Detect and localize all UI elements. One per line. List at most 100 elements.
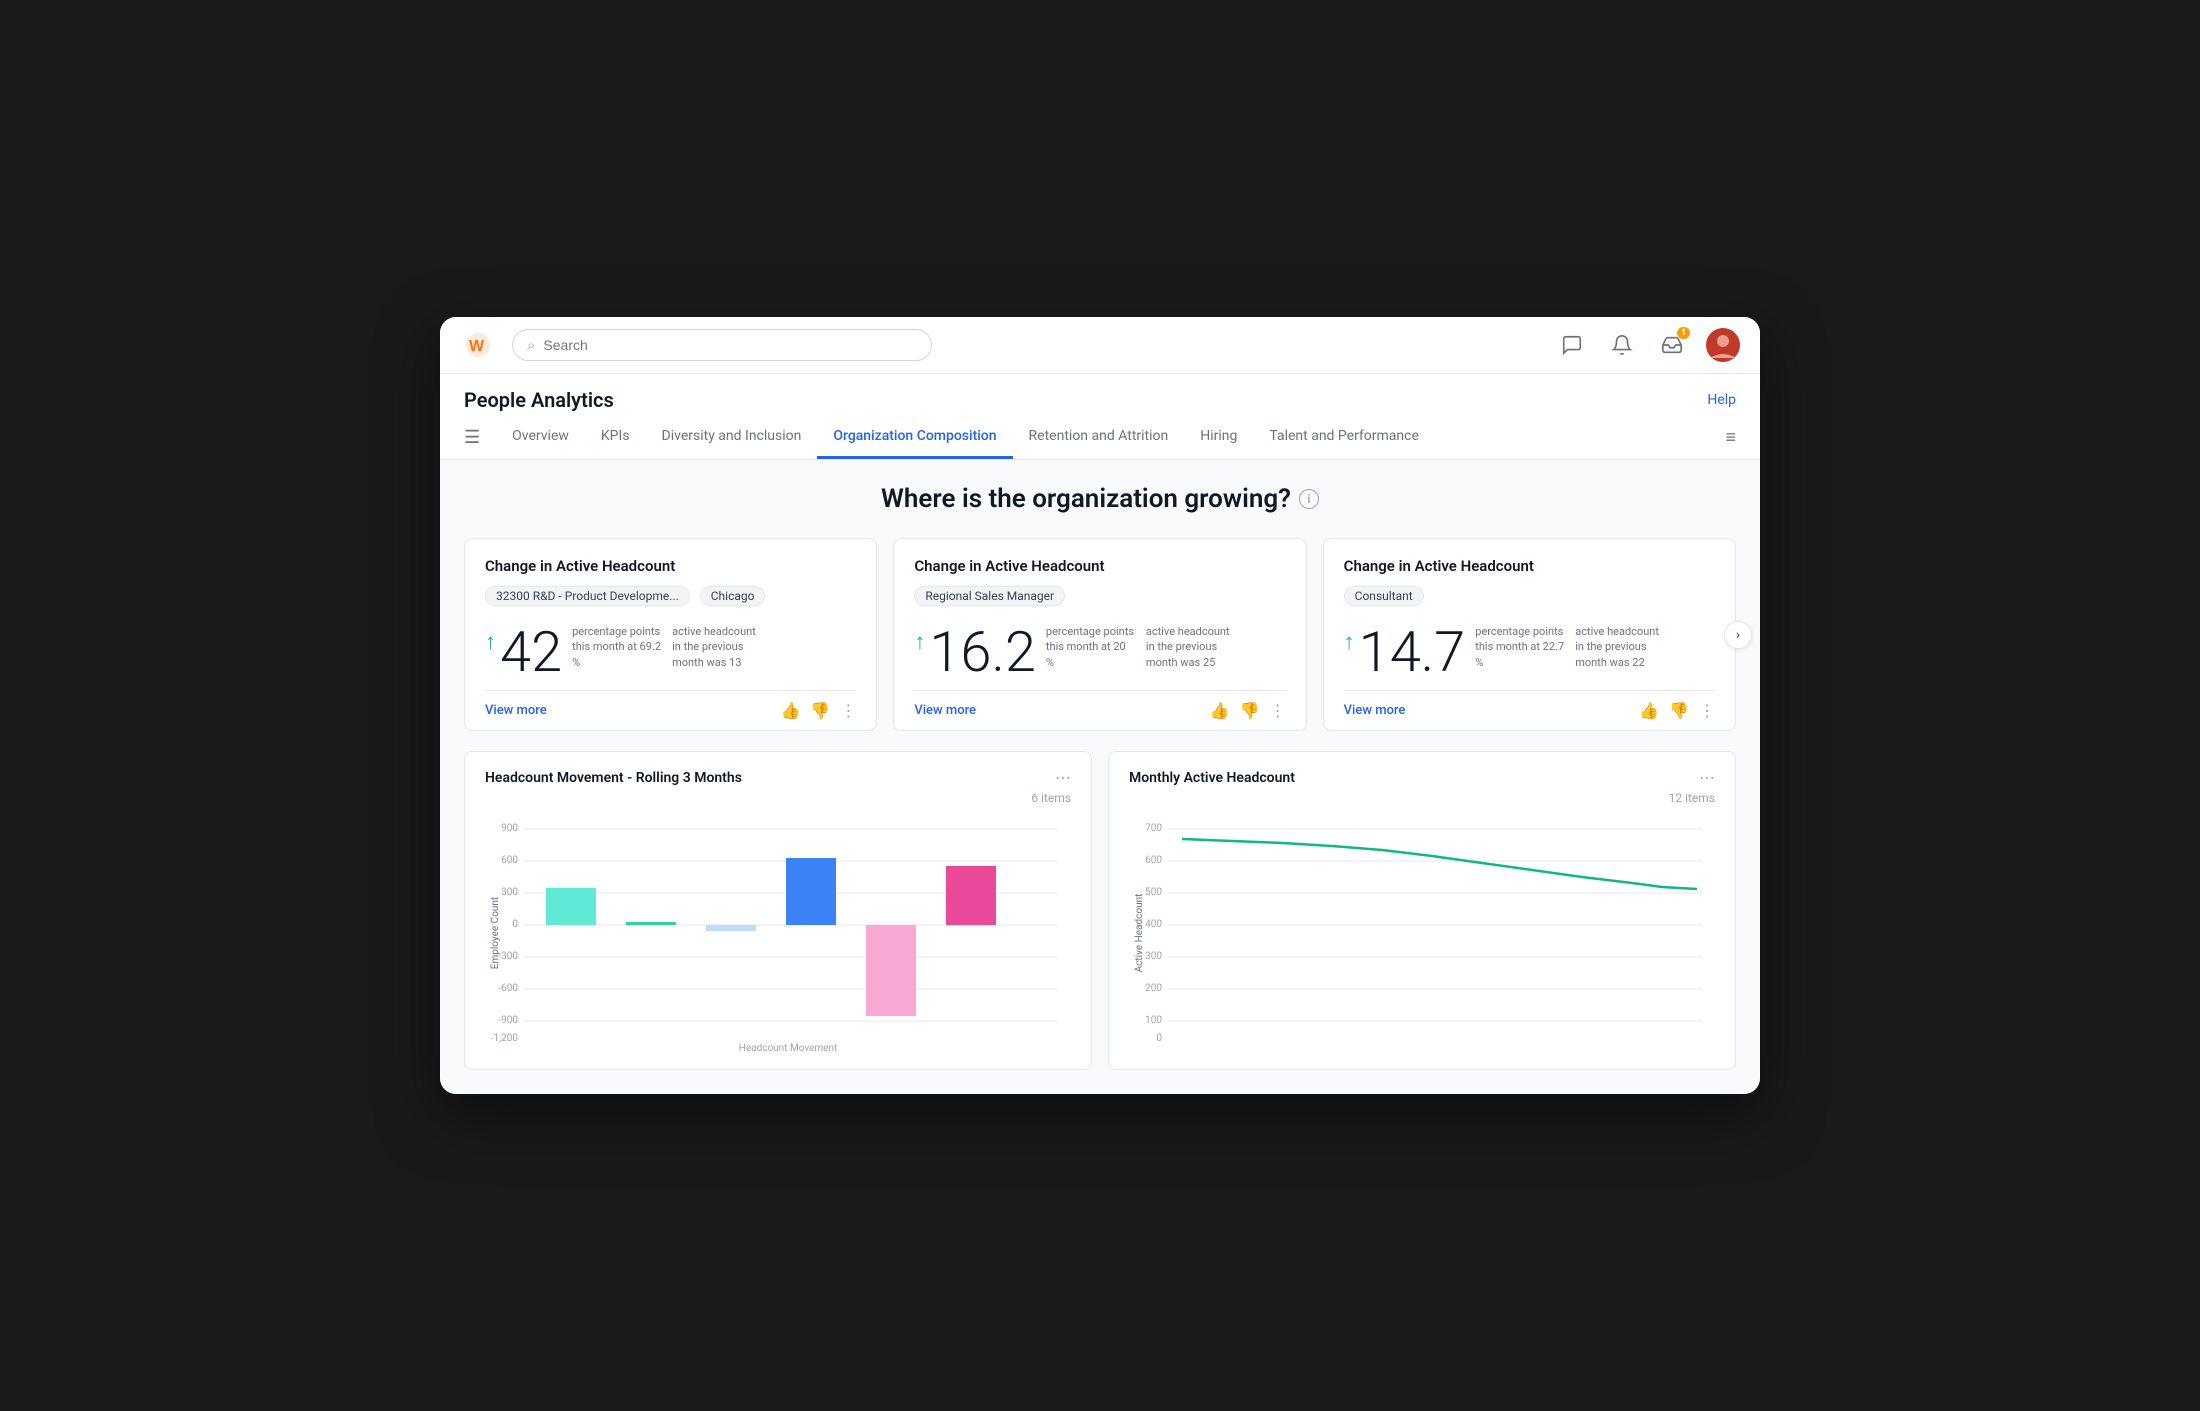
card-1-like-icon[interactable]: 👍 xyxy=(780,701,800,720)
chart2-items: 12 items xyxy=(1129,791,1715,805)
svg-text:300: 300 xyxy=(1145,951,1162,962)
card-1-arrow: ↑ xyxy=(485,632,496,654)
card-2-body: ↑ 16.2 percentage points this month at 2… xyxy=(914,616,1285,690)
svg-text:-1,200: -1,200 xyxy=(491,1033,519,1044)
card-3: Change in Active Headcount Consultant ↑ … xyxy=(1323,538,1736,731)
chart-monthly-headcount: Monthly Active Headcount ⋯ 12 items 700 … xyxy=(1108,751,1736,1070)
chat-button[interactable] xyxy=(1556,329,1588,361)
svg-text:100: 100 xyxy=(1145,1015,1162,1026)
card-2-arrow: ↑ xyxy=(914,632,925,654)
help-link[interactable]: Help xyxy=(1707,392,1736,408)
notification-button[interactable] xyxy=(1606,329,1638,361)
svg-text:200: 200 xyxy=(1145,983,1162,994)
chart1-items: 6 items xyxy=(485,791,1071,805)
card-3-title: Change in Active Headcount xyxy=(1344,557,1715,575)
card-3-tag-0[interactable]: Consultant xyxy=(1344,586,1424,606)
chart1-area: 900 600 300 0 -300 -600 -900 -1,200 xyxy=(485,813,1071,1053)
svg-text:-300: -300 xyxy=(498,951,518,962)
card-1-desc1: percentage points this month at 69.2 % xyxy=(572,624,662,670)
tab-hiring[interactable]: Hiring xyxy=(1184,416,1253,459)
card-1-title: Change in Active Headcount xyxy=(485,557,856,575)
card-2-tag-0[interactable]: Regional Sales Manager xyxy=(914,586,1065,606)
search-icon: ⌕ xyxy=(527,336,535,354)
svg-text:0: 0 xyxy=(512,919,518,930)
card-1-footer-icons: 👍 👎 ⋮ xyxy=(780,701,856,720)
nav-tabs: ☰ Overview KPIs Diversity and Inclusion … xyxy=(440,416,1760,460)
card-3-footer-icons: 👍 👎 ⋮ xyxy=(1639,701,1715,720)
card-1-body: ↑ 42 percentage points this month at 69.… xyxy=(485,616,856,690)
card-2-footer: View more 👍 👎 ⋮ xyxy=(914,690,1285,730)
card-3-arrow: ↑ xyxy=(1344,632,1355,654)
card-3-desc2: active headcount in the previous month w… xyxy=(1575,624,1665,670)
card-2-title: Change in Active Headcount xyxy=(914,557,1285,575)
bar-4 xyxy=(786,858,836,925)
chart1-title: Headcount Movement - Rolling 3 Months xyxy=(485,770,742,786)
section-title: Where is the organization growing? i xyxy=(464,484,1736,514)
card-2-more-icon[interactable]: ⋮ xyxy=(1270,701,1286,720)
card-2-desc-col: percentage points this month at 20 % act… xyxy=(1046,624,1236,670)
card-1: Change in Active Headcount 32300 R&D - P… xyxy=(464,538,877,731)
card-2-tags: Regional Sales Manager xyxy=(914,585,1285,616)
svg-text:Active Headcount: Active Headcount xyxy=(1134,894,1145,973)
svg-text:500: 500 xyxy=(1145,887,1162,898)
tab-kpis[interactable]: KPIs xyxy=(585,416,646,459)
charts-row: Headcount Movement - Rolling 3 Months ⋯ … xyxy=(464,751,1736,1070)
card-2-desc1: percentage points this month at 20 % xyxy=(1046,624,1136,670)
card-1-tag-1[interactable]: Chicago xyxy=(700,586,766,606)
bar-6 xyxy=(946,866,996,925)
card-2-desc2: active headcount in the previous month w… xyxy=(1146,624,1236,670)
card-3-desc-col: percentage points this month at 22.7 % a… xyxy=(1475,624,1665,670)
inbox-button[interactable]: 1 xyxy=(1656,329,1688,361)
content-area: Where is the organization growing? i Cha… xyxy=(440,460,1760,1094)
nav-list-icon[interactable]: ≡ xyxy=(1725,427,1736,448)
card-3-dislike-icon[interactable]: 👎 xyxy=(1669,701,1689,720)
card-2-dislike-icon[interactable]: 👎 xyxy=(1240,701,1260,720)
card-1-tags: 32300 R&D - Product Developme... Chicago xyxy=(485,585,856,616)
inbox-badge: 1 xyxy=(1677,327,1690,339)
chart2-header: Monthly Active Headcount ⋯ xyxy=(1129,768,1715,787)
card-1-dislike-icon[interactable]: 👎 xyxy=(810,701,830,720)
chart2-title: Monthly Active Headcount xyxy=(1129,770,1295,786)
card-1-number: ↑ 42 xyxy=(485,624,562,680)
svg-text:300: 300 xyxy=(501,887,518,898)
info-icon[interactable]: i xyxy=(1299,489,1319,509)
chart-headcount-movement: Headcount Movement - Rolling 3 Months ⋯ … xyxy=(464,751,1092,1070)
card-1-more-icon[interactable]: ⋮ xyxy=(840,701,856,720)
search-bar[interactable]: ⌕ xyxy=(512,329,932,361)
svg-text:-600: -600 xyxy=(498,983,518,994)
card-3-more-icon[interactable]: ⋮ xyxy=(1699,701,1715,720)
card-1-tag-0[interactable]: 32300 R&D - Product Developme... xyxy=(485,586,690,606)
tab-retention[interactable]: Retention and Attrition xyxy=(1013,416,1185,459)
filter-icon[interactable]: ☰ xyxy=(464,427,480,448)
card-2-like-icon[interactable]: 👍 xyxy=(1210,701,1230,720)
cards-row: Change in Active Headcount 32300 R&D - P… xyxy=(464,538,1736,731)
chart1-menu-icon[interactable]: ⋯ xyxy=(1055,768,1071,787)
card-3-desc1: percentage points this month at 22.7 % xyxy=(1475,624,1565,670)
card-1-view-more[interactable]: View more xyxy=(485,703,547,718)
card-3-like-icon[interactable]: 👍 xyxy=(1639,701,1659,720)
svg-text:600: 600 xyxy=(501,855,518,866)
bar-2 xyxy=(626,922,676,925)
card-2: Change in Active Headcount Regional Sale… xyxy=(893,538,1306,731)
topbar: W ⌕ 1 xyxy=(440,317,1760,374)
tab-overview[interactable]: Overview xyxy=(496,416,585,459)
carousel-next-button[interactable]: › xyxy=(1724,621,1752,649)
main-window: W ⌕ 1 xyxy=(440,317,1760,1094)
bar-5 xyxy=(866,925,916,1016)
card-2-view-more[interactable]: View more xyxy=(914,703,976,718)
avatar[interactable] xyxy=(1706,328,1740,362)
tab-diversity[interactable]: Diversity and Inclusion xyxy=(646,416,818,459)
tab-org-composition[interactable]: Organization Composition xyxy=(817,416,1012,459)
bar-3 xyxy=(706,925,756,931)
card-3-view-more[interactable]: View more xyxy=(1344,703,1406,718)
card-3-number: ↑ 14.7 xyxy=(1344,624,1466,680)
chart2-menu-icon[interactable]: ⋯ xyxy=(1699,768,1715,787)
search-input[interactable] xyxy=(543,337,917,353)
bar-1 xyxy=(546,888,596,925)
card-3-footer: View more 👍 👎 ⋮ xyxy=(1344,690,1715,730)
svg-text:600: 600 xyxy=(1145,855,1162,866)
card-2-footer-icons: 👍 👎 ⋮ xyxy=(1210,701,1286,720)
svg-text:900: 900 xyxy=(501,823,518,834)
tab-talent[interactable]: Talent and Performance xyxy=(1253,416,1435,459)
chart2-area: 700 600 500 400 300 200 100 0 xyxy=(1129,813,1715,1053)
